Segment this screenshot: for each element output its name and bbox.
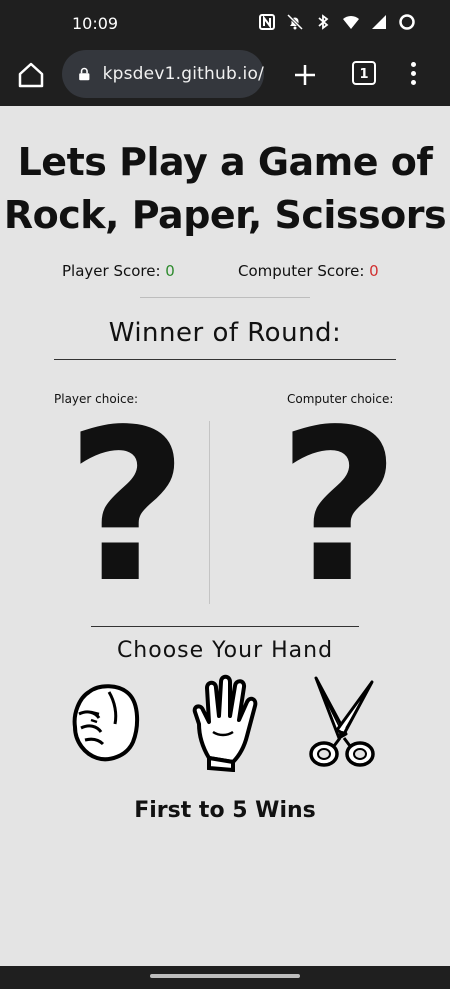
round-winner: Winner of Round: (108, 318, 342, 348)
computer-score-label: Computer Score: (238, 262, 370, 280)
bell-off-icon (286, 13, 304, 31)
new-tab-icon[interactable] (290, 60, 320, 90)
choice-divider (209, 421, 210, 604)
player-choice-display: ? (66, 384, 188, 629)
divider (91, 626, 359, 627)
scissors-icon[interactable] (306, 672, 378, 772)
signal-icon (372, 15, 386, 29)
tab-switcher-button[interactable]: 1 (352, 61, 376, 85)
player-score-value: 0 (165, 262, 175, 280)
choose-hand-heading: Choose Your Hand (116, 638, 334, 663)
page-title: Lets Play a Game of Rock, Paper, Scissor… (0, 136, 450, 242)
divider (140, 297, 310, 298)
computer-score: Computer Score: 0 (238, 262, 379, 280)
paper-hand-icon[interactable] (189, 672, 261, 772)
navigation-bar (0, 966, 450, 989)
home-icon[interactable] (16, 60, 46, 90)
win-condition-text: First to 5 Wins (134, 798, 316, 823)
status-icons (258, 13, 416, 31)
bluetooth-icon (318, 14, 329, 30)
title-line-1: Lets Play a Game of (17, 140, 433, 184)
home-gesture-handle[interactable] (150, 974, 300, 978)
browser-toolbar: kpsdev1.github.io/ 1 (0, 48, 450, 106)
status-bar: 10:09 (0, 0, 450, 48)
wifi-icon (343, 15, 359, 29)
url-text: kpsdev1.github.io/ (102, 64, 264, 84)
divider (54, 359, 396, 360)
nfc-icon (259, 14, 275, 30)
address-bar[interactable]: kpsdev1.github.io/ (62, 50, 264, 98)
player-score-label: Player Score: (62, 262, 166, 280)
computer-score-value: 0 (369, 262, 379, 280)
more-menu-icon[interactable] (405, 58, 421, 92)
player-score: Player Score: 0 (62, 262, 175, 280)
title-line-2: Rock, Paper, Scissors (3, 193, 447, 237)
computer-choice-display: ? (278, 384, 400, 629)
lock-icon (79, 67, 90, 81)
game-page: Lets Play a Game of Rock, Paper, Scissor… (0, 106, 450, 966)
status-time: 10:09 (72, 14, 119, 33)
rock-hand-icon[interactable] (69, 672, 141, 772)
battery-icon (399, 14, 415, 30)
